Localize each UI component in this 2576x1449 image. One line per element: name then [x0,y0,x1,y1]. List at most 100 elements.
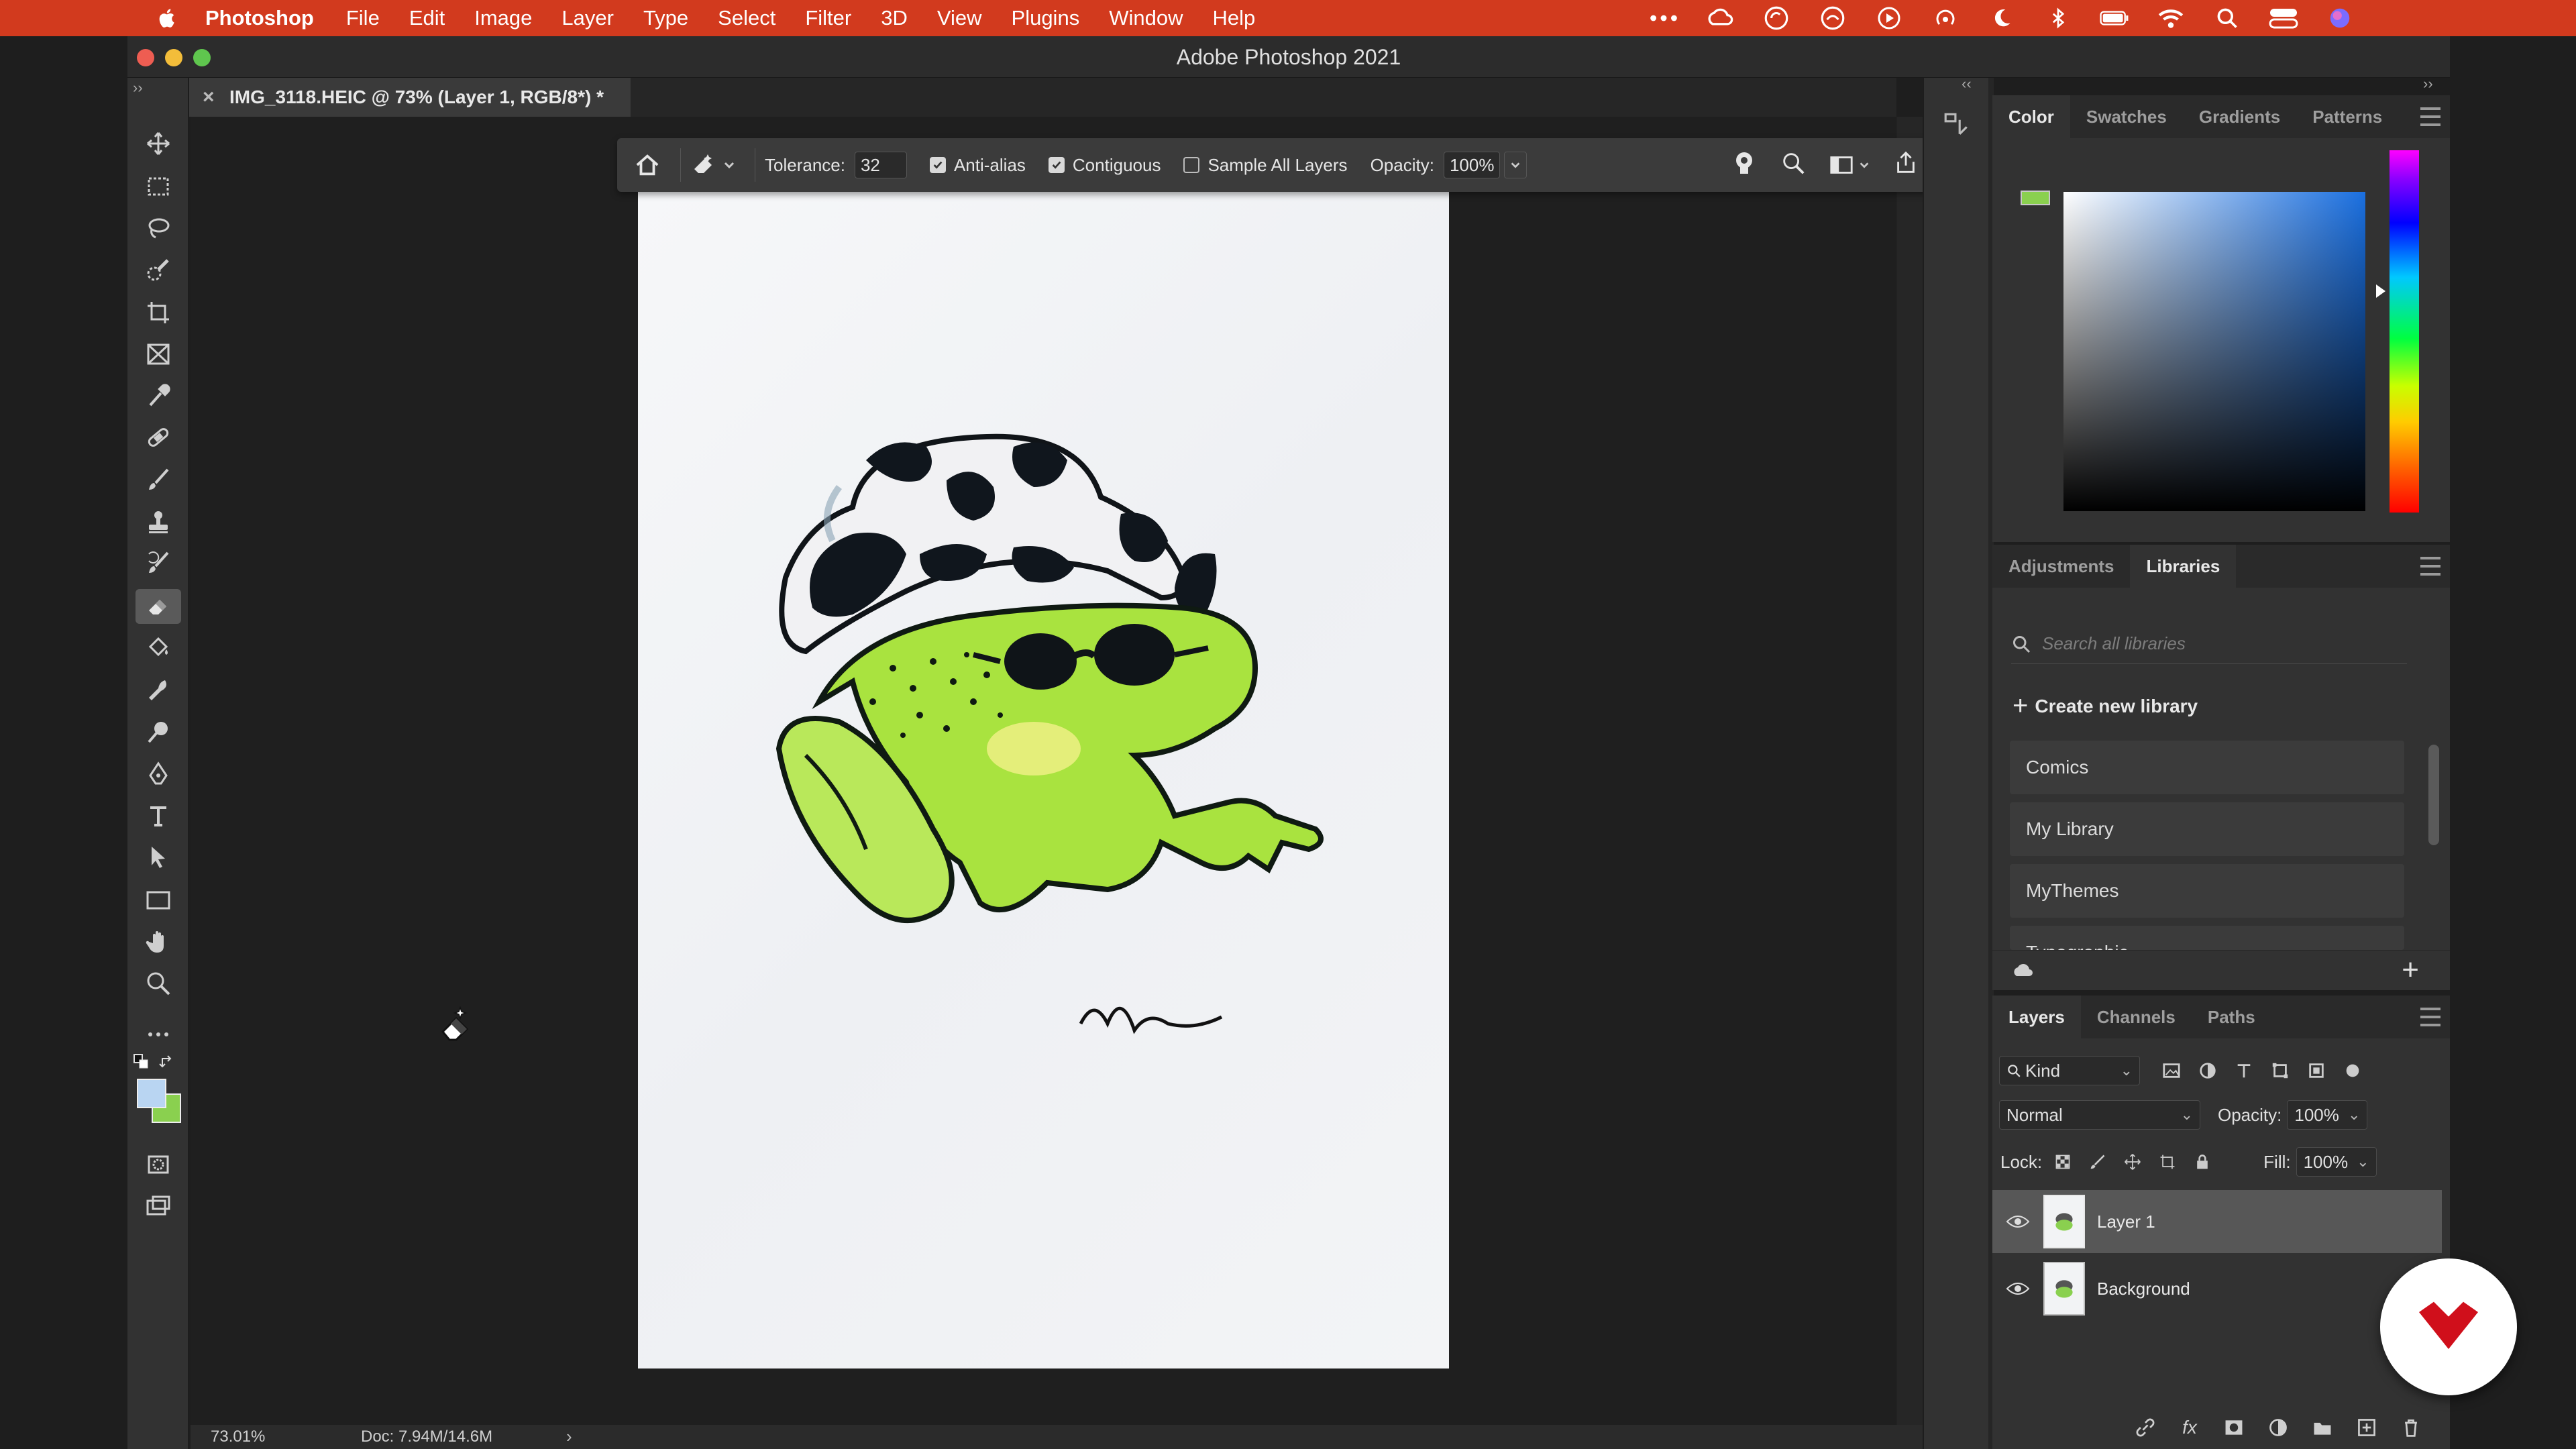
hand-tool[interactable] [136,924,181,959]
history-brush-tool[interactable] [136,546,181,581]
lock-all-icon[interactable] [2191,1150,2214,1173]
quick-select-tool[interactable] [136,252,181,287]
adjustment-layer-icon[interactable] [2266,1415,2290,1440]
screen-mode-button[interactable] [136,1189,181,1224]
lock-artboard-icon[interactable] [2156,1150,2179,1173]
contiguous-checkbox[interactable] [1048,157,1065,173]
toolbar-collapse-icon[interactable]: ›› [133,79,143,97]
apple-menu-icon[interactable] [154,5,181,32]
blend-mode-dropdown[interactable]: Normal ⌄ [1999,1100,2200,1130]
tool-preset-picker[interactable] [690,152,736,178]
menu-window[interactable]: Window [1109,6,1183,30]
layer-row-layer-1[interactable]: Layer 1 [1992,1190,2442,1253]
floating-app-badge[interactable] [2380,1258,2517,1395]
library-item[interactable]: My Library [2010,802,2404,856]
quick-mask-button[interactable] [136,1147,181,1182]
cloud-sync-icon[interactable] [2010,959,2037,983]
tab-patterns[interactable]: Patterns [2296,95,2398,138]
foreground-color-chip[interactable] [2021,191,2050,205]
airdrop-icon[interactable] [1931,3,1960,33]
color-saturation-field[interactable] [2063,192,2365,511]
window-maximize-button[interactable] [193,49,211,66]
delete-layer-icon[interactable] [2399,1415,2423,1440]
library-item[interactable]: Comics [2010,741,2404,794]
layer-kind-filter[interactable]: Kind ⌄ [1999,1056,2140,1085]
hue-slider[interactable] [2390,150,2419,513]
menu-file[interactable]: File [346,6,380,30]
window-minimize-button[interactable] [165,49,182,66]
default-colors-icon[interactable] [133,1053,150,1071]
path-select-tool[interactable] [136,840,181,875]
panel-menu-icon[interactable] [2420,557,2440,576]
pen-tool[interactable] [136,757,181,792]
swap-colors-icon[interactable] [158,1053,176,1071]
new-layer-icon[interactable] [2355,1415,2379,1440]
filter-shape-icon[interactable] [2269,1059,2292,1082]
menu-filter[interactable]: Filter [805,6,851,30]
document-canvas[interactable] [638,192,1449,1368]
menu-select[interactable]: Select [718,6,775,30]
rectangle-tool[interactable] [136,883,181,918]
type-tool[interactable] [136,798,181,833]
libraries-scrollbar[interactable] [2428,745,2439,845]
library-search-input[interactable]: Search all libraries [2011,624,2407,664]
layer-fill-input[interactable]: 100% ⌄ [2296,1147,2377,1177]
panel-expand-icon[interactable]: ›› [2423,75,2433,93]
antialias-checkbox[interactable] [929,157,946,173]
learn-icon[interactable] [1731,150,1758,181]
lock-pixels-icon[interactable] [2086,1150,2109,1173]
canvas-area[interactable] [191,117,1896,1425]
move-tool[interactable] [136,126,181,161]
filter-toggle-icon[interactable] [2341,1059,2364,1082]
panel-menu-icon[interactable] [2420,1008,2440,1026]
foreground-color-swatch[interactable] [137,1079,166,1108]
tab-layers[interactable]: Layers [1992,996,2081,1038]
window-close-button[interactable] [137,49,154,66]
lock-position-icon[interactable] [2121,1150,2144,1173]
tab-channels[interactable]: Channels [2081,996,2192,1038]
frame-tool[interactable] [136,337,181,372]
wifi-icon[interactable] [2156,3,2186,33]
tab-libraries[interactable]: Libraries [2130,545,2237,588]
zoom-tool[interactable] [136,966,181,1001]
layer-row-background[interactable]: Background [1992,1257,2442,1320]
eyedropper-tool[interactable] [136,378,181,413]
search-icon[interactable] [1780,150,1806,180]
share-icon[interactable] [1893,150,1919,180]
bluetooth-icon[interactable] [2043,3,2073,33]
filter-adjustment-icon[interactable] [2196,1059,2219,1082]
menu-layer[interactable]: Layer [561,6,614,30]
menu-view[interactable]: View [937,6,982,30]
history-icon[interactable] [1943,110,1971,138]
filter-pixel-icon[interactable] [2160,1059,2183,1082]
menu-image[interactable]: Image [474,6,532,30]
paint-bucket-tool[interactable] [136,631,181,665]
layer-effects-icon[interactable]: fx [2178,1415,2202,1440]
add-library-icon[interactable]: + [2402,953,2419,987]
tab-adjustments[interactable]: Adjustments [1992,545,2130,588]
lock-transparent-icon[interactable] [2051,1150,2074,1173]
play-icon[interactable] [1874,3,1904,33]
opacity-dropdown[interactable] [1503,152,1527,178]
opacity-input[interactable]: 100% [1443,152,1500,178]
cloud-app-icon[interactable] [1818,3,1847,33]
zoom-level[interactable]: 73.01% [211,1428,331,1446]
layer-name[interactable]: Background [2097,1279,2190,1299]
sync-icon[interactable] [1762,3,1791,33]
spotlight-search-icon[interactable] [2212,3,2242,33]
hue-slider-marker[interactable] [2376,284,2385,298]
menu-app-photoshop[interactable]: Photoshop [205,6,314,30]
more-dots-icon[interactable] [1649,3,1678,33]
workspace-icon[interactable] [1829,152,1870,178]
layer-opacity-input[interactable]: 100% ⌄ [2287,1100,2368,1130]
canvas-vertical-scrollbar[interactable] [1896,117,1923,1425]
eraser-tool[interactable] [136,589,181,624]
library-item[interactable]: Typographic [2010,926,2404,950]
stamp-tool[interactable] [136,504,181,539]
filter-smart-object-icon[interactable] [2305,1059,2328,1082]
lasso-tool[interactable] [136,211,181,246]
library-item[interactable]: MyThemes [2010,864,2404,918]
battery-icon[interactable] [2100,3,2129,33]
smudge-tool[interactable] [136,672,181,707]
more-tools-button[interactable] [136,1017,181,1052]
